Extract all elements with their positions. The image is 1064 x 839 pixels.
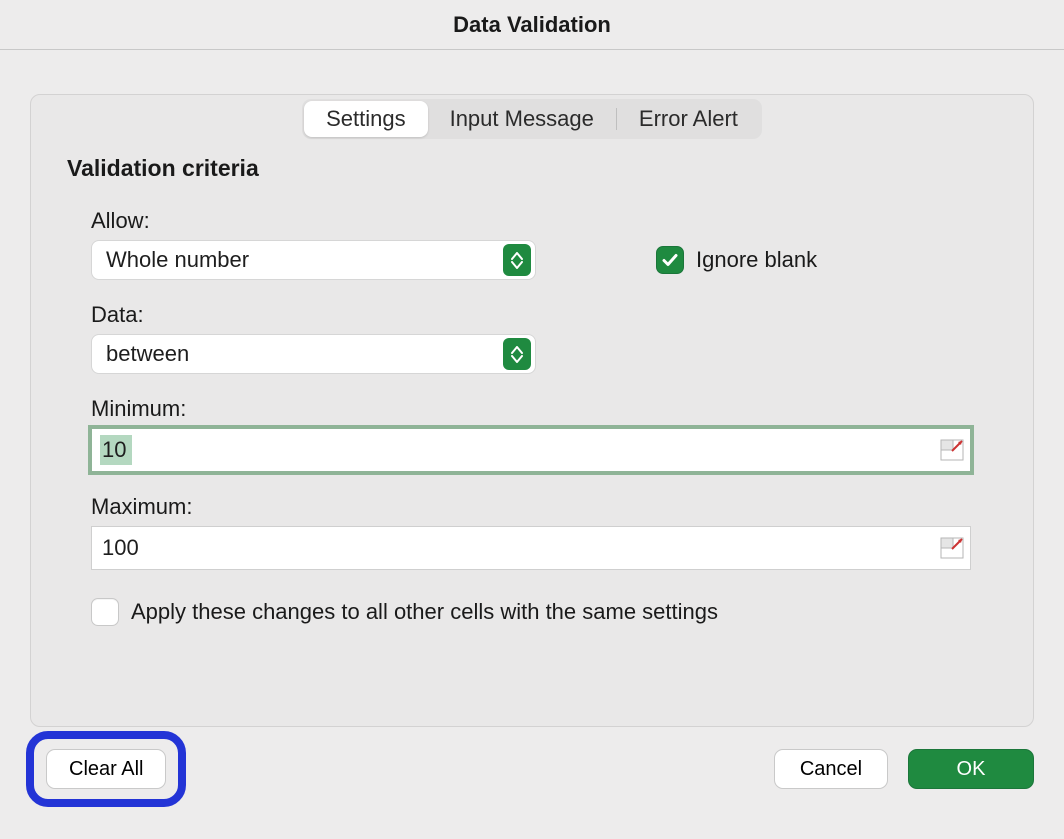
updown-icon — [503, 338, 531, 370]
clear-all-label: Clear All — [69, 758, 143, 781]
minimum-input-wrap — [91, 428, 971, 472]
tab-settings-label: Settings — [326, 106, 406, 132]
ignore-blank-row: Ignore blank — [656, 246, 817, 274]
range-picker-icon[interactable] — [940, 537, 964, 559]
tab-error-alert[interactable]: Error Alert — [617, 101, 760, 137]
allow-select[interactable]: Whole number — [91, 240, 536, 280]
tab-segmented-control: Settings Input Message Error Alert — [302, 99, 762, 139]
allow-label: Allow: — [91, 208, 997, 234]
main-panel: Validation criteria Allow: Whole number — [30, 94, 1034, 727]
data-label: Data: — [91, 302, 997, 328]
allow-block: Allow: Whole number Ignore blank — [91, 208, 997, 280]
apply-all-checkbox[interactable] — [91, 598, 119, 626]
maximum-input-wrap — [91, 526, 971, 570]
data-block: Data: between — [91, 302, 997, 374]
annotation-highlight: Clear All — [26, 731, 186, 807]
dialog-footer: Clear All Cancel OK — [0, 727, 1064, 839]
apply-all-row: Apply these changes to all other cells w… — [91, 598, 997, 626]
updown-icon — [503, 244, 531, 276]
apply-all-label: Apply these changes to all other cells w… — [131, 599, 718, 625]
tab-input-message[interactable]: Input Message — [428, 101, 616, 137]
dialog-title: Data Validation — [453, 12, 611, 38]
cancel-button[interactable]: Cancel — [774, 749, 888, 789]
title-bar: Data Validation — [0, 0, 1064, 50]
tab-error-alert-label: Error Alert — [639, 106, 738, 132]
allow-select-value: Whole number — [106, 247, 249, 273]
cancel-label: Cancel — [800, 758, 862, 781]
tab-settings[interactable]: Settings — [304, 101, 428, 137]
panel-wrapper: Validation criteria Allow: Whole number — [30, 94, 1034, 727]
maximum-block: Maximum: — [91, 494, 997, 570]
ignore-blank-label: Ignore blank — [696, 247, 817, 273]
form-area: Allow: Whole number Ignore blank — [67, 208, 997, 626]
tab-input-message-label: Input Message — [450, 106, 594, 132]
maximum-input[interactable] — [102, 535, 940, 561]
minimum-block: Minimum: — [91, 396, 997, 472]
tab-bar: Settings Input Message Error Alert — [0, 98, 1064, 140]
ok-label: OK — [957, 758, 986, 781]
clear-all-button[interactable]: Clear All — [46, 749, 166, 789]
data-select[interactable]: between — [91, 334, 536, 374]
minimum-input[interactable] — [102, 437, 940, 463]
data-select-value: between — [106, 341, 189, 367]
ignore-blank-checkbox[interactable] — [656, 246, 684, 274]
range-picker-icon[interactable] — [940, 439, 964, 461]
minimum-label: Minimum: — [91, 396, 997, 422]
right-button-group: Cancel OK — [774, 749, 1034, 789]
section-title: Validation criteria — [67, 155, 997, 182]
ok-button[interactable]: OK — [908, 749, 1034, 789]
maximum-label: Maximum: — [91, 494, 997, 520]
